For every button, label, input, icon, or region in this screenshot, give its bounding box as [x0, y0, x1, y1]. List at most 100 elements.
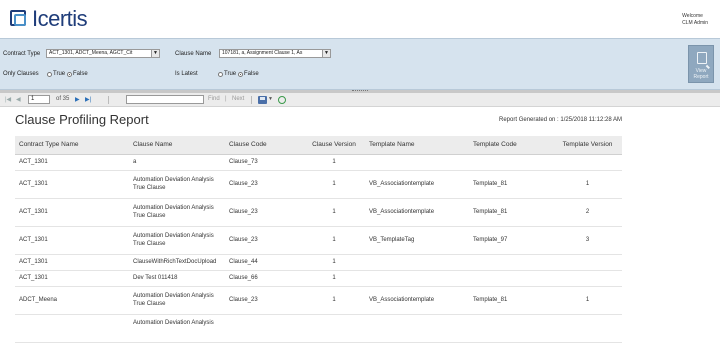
report-body: Clause Profiling Report Report Generated… [0, 108, 720, 343]
template-version-cell [553, 154, 622, 171]
column-header: Template Code [469, 136, 553, 155]
report-generated-timestamp: Report Generated on : 1/25/2018 11:12:28… [499, 117, 622, 123]
contract-type-cell: ACT_1301 [15, 254, 129, 271]
clause-version-cell: 1 [303, 170, 365, 199]
table-row: ACT_1301 Automation Deviation Analysis T… [15, 226, 622, 255]
table-row: ACT_1301 a Clause_73 1 [15, 154, 622, 171]
template-version-cell [553, 254, 622, 271]
template-code-cell: Template_97 [469, 226, 553, 255]
clause-name-value: 107181, a, Assignment Clause 1, As [222, 50, 303, 56]
find-separator: | [225, 96, 227, 102]
logo-text: Icertis [32, 6, 88, 31]
radio-label: True [53, 71, 66, 77]
template-version-cell: 1 [553, 170, 622, 199]
contract-type-cell: ADCT_Meena [15, 286, 129, 315]
clause-code-cell: Clause_73 [225, 154, 303, 171]
export-icon[interactable] [258, 96, 267, 104]
prev-page-icon[interactable]: ◀ [16, 96, 21, 103]
table-header-row: Contract Type Name Clause Name Clause Co… [15, 136, 622, 155]
is-latest-false-radio[interactable]: False [238, 71, 259, 77]
column-header: Template Version [553, 136, 622, 155]
table-row: ACT_1301 Automation Deviation Analysis T… [15, 170, 622, 199]
clause-code-cell: Clause_23 [225, 198, 303, 227]
template-name-cell: VB_TemplateTag [365, 226, 469, 255]
table-row: ACT_1301 Automation Deviation Analysis T… [15, 198, 622, 227]
contract-type-value: ACT_1301, ADCT_Meena, AGCT_Cit [49, 50, 133, 56]
contract-type-cell: ACT_1301 [15, 170, 129, 199]
template-version-cell: 2 [553, 198, 622, 227]
column-header: Template Name [365, 136, 469, 155]
template-name-cell [365, 270, 469, 287]
page-number-input[interactable]: 1 [28, 95, 50, 104]
column-header: Clause Version [303, 136, 365, 155]
export-dropdown-icon[interactable]: ▼ [268, 96, 273, 102]
radio-label: False [244, 71, 259, 77]
chevron-down-icon[interactable]: ▼ [322, 50, 330, 57]
clause-name-cell: Automation Deviation Analysis True Claus… [129, 170, 225, 199]
template-name-cell [365, 154, 469, 171]
is-latest-label: Is Latest [175, 71, 198, 77]
report-toolbar: |◀ ◀ 1 of 35 ▶ ▶| Find | Next ▼ [0, 93, 720, 107]
template-version-cell: 1 [553, 286, 622, 315]
icertis-logo[interactable]: Icertis [8, 6, 88, 32]
page-count: of 35 [56, 96, 70, 102]
chevron-down-icon[interactable]: ▼ [151, 50, 159, 57]
clause-code-cell: Clause_23 [225, 286, 303, 315]
clause-code-cell [225, 314, 303, 343]
clause-name-cell: ClauseWithRichTextDocUpload [129, 254, 225, 271]
template-code-cell [469, 254, 553, 271]
clause-version-cell: 1 [303, 226, 365, 255]
radio-label: False [73, 71, 88, 77]
clause-version-cell: 1 [303, 286, 365, 315]
table-row: ACT_1301 ClauseWithRichTextDocUpload Cla… [15, 254, 622, 271]
column-header: Contract Type Name [15, 136, 129, 155]
user-name[interactable]: CLM Admin [682, 20, 708, 27]
template-name-cell [365, 254, 469, 271]
splitter-grip-icon[interactable] [352, 90, 368, 92]
clause-profiling-table: Contract Type Name Clause Name Clause Co… [15, 136, 622, 343]
radio-icon [218, 71, 223, 77]
contract-type-select[interactable]: ACT_1301, ADCT_Meena, AGCT_Cit ▼ [46, 49, 160, 58]
report-parameters-panel: Contract Type ACT_1301, ADCT_Meena, AGCT… [0, 38, 720, 90]
find-next-link[interactable]: Next [232, 96, 244, 102]
view-report-button[interactable]: View Report [688, 45, 714, 83]
find-link[interactable]: Find [208, 96, 220, 102]
only-clauses-label: Only Clauses [3, 71, 39, 77]
only-clauses-false-radio[interactable]: False [67, 71, 88, 77]
find-input[interactable] [126, 95, 204, 104]
template-code-cell: Template_81 [469, 286, 553, 315]
column-header: Clause Code [225, 136, 303, 155]
clause-name-cell: Dev Test 011418 [129, 270, 225, 287]
last-page-icon[interactable]: ▶| [85, 96, 91, 103]
next-page-icon[interactable]: ▶ [75, 96, 80, 103]
logo-icon [8, 8, 30, 30]
radio-selected-icon [67, 71, 72, 77]
clause-name-label: Clause Name [175, 51, 212, 57]
contract-type-cell [15, 314, 129, 343]
clause-name-cell: Automation Deviation Analysis [129, 314, 225, 343]
radio-selected-icon [238, 71, 243, 77]
clause-code-cell: Clause_23 [225, 226, 303, 255]
column-header: Clause Name [129, 136, 225, 155]
clause-name-cell: Automation Deviation Analysis True Claus… [129, 286, 225, 315]
template-code-cell [469, 314, 553, 343]
contract-type-cell: ACT_1301 [15, 270, 129, 287]
refresh-icon[interactable] [278, 96, 286, 104]
table-row: Automation Deviation Analysis [15, 314, 622, 343]
contract-type-cell: ACT_1301 [15, 198, 129, 227]
view-report-icon [697, 52, 707, 64]
only-clauses-true-radio[interactable]: True [47, 71, 65, 77]
table-row: ADCT_Meena Automation Deviation Analysis… [15, 286, 622, 315]
welcome-label: Welcome [682, 13, 703, 19]
report-title: Clause Profiling Report [15, 112, 149, 127]
view-report-label: View Report [693, 68, 709, 80]
clause-version-cell [303, 314, 365, 343]
template-code-cell [469, 270, 553, 287]
contract-type-cell: ACT_1301 [15, 226, 129, 255]
first-page-icon[interactable]: |◀ [5, 96, 11, 103]
is-latest-true-radio[interactable]: True [218, 71, 236, 77]
clause-name-select[interactable]: 107181, a, Assignment Clause 1, As ▼ [219, 49, 331, 58]
clause-name-cell: Automation Deviation Analysis True Claus… [129, 198, 225, 227]
radio-label: True [224, 71, 237, 77]
template-version-cell [553, 270, 622, 287]
